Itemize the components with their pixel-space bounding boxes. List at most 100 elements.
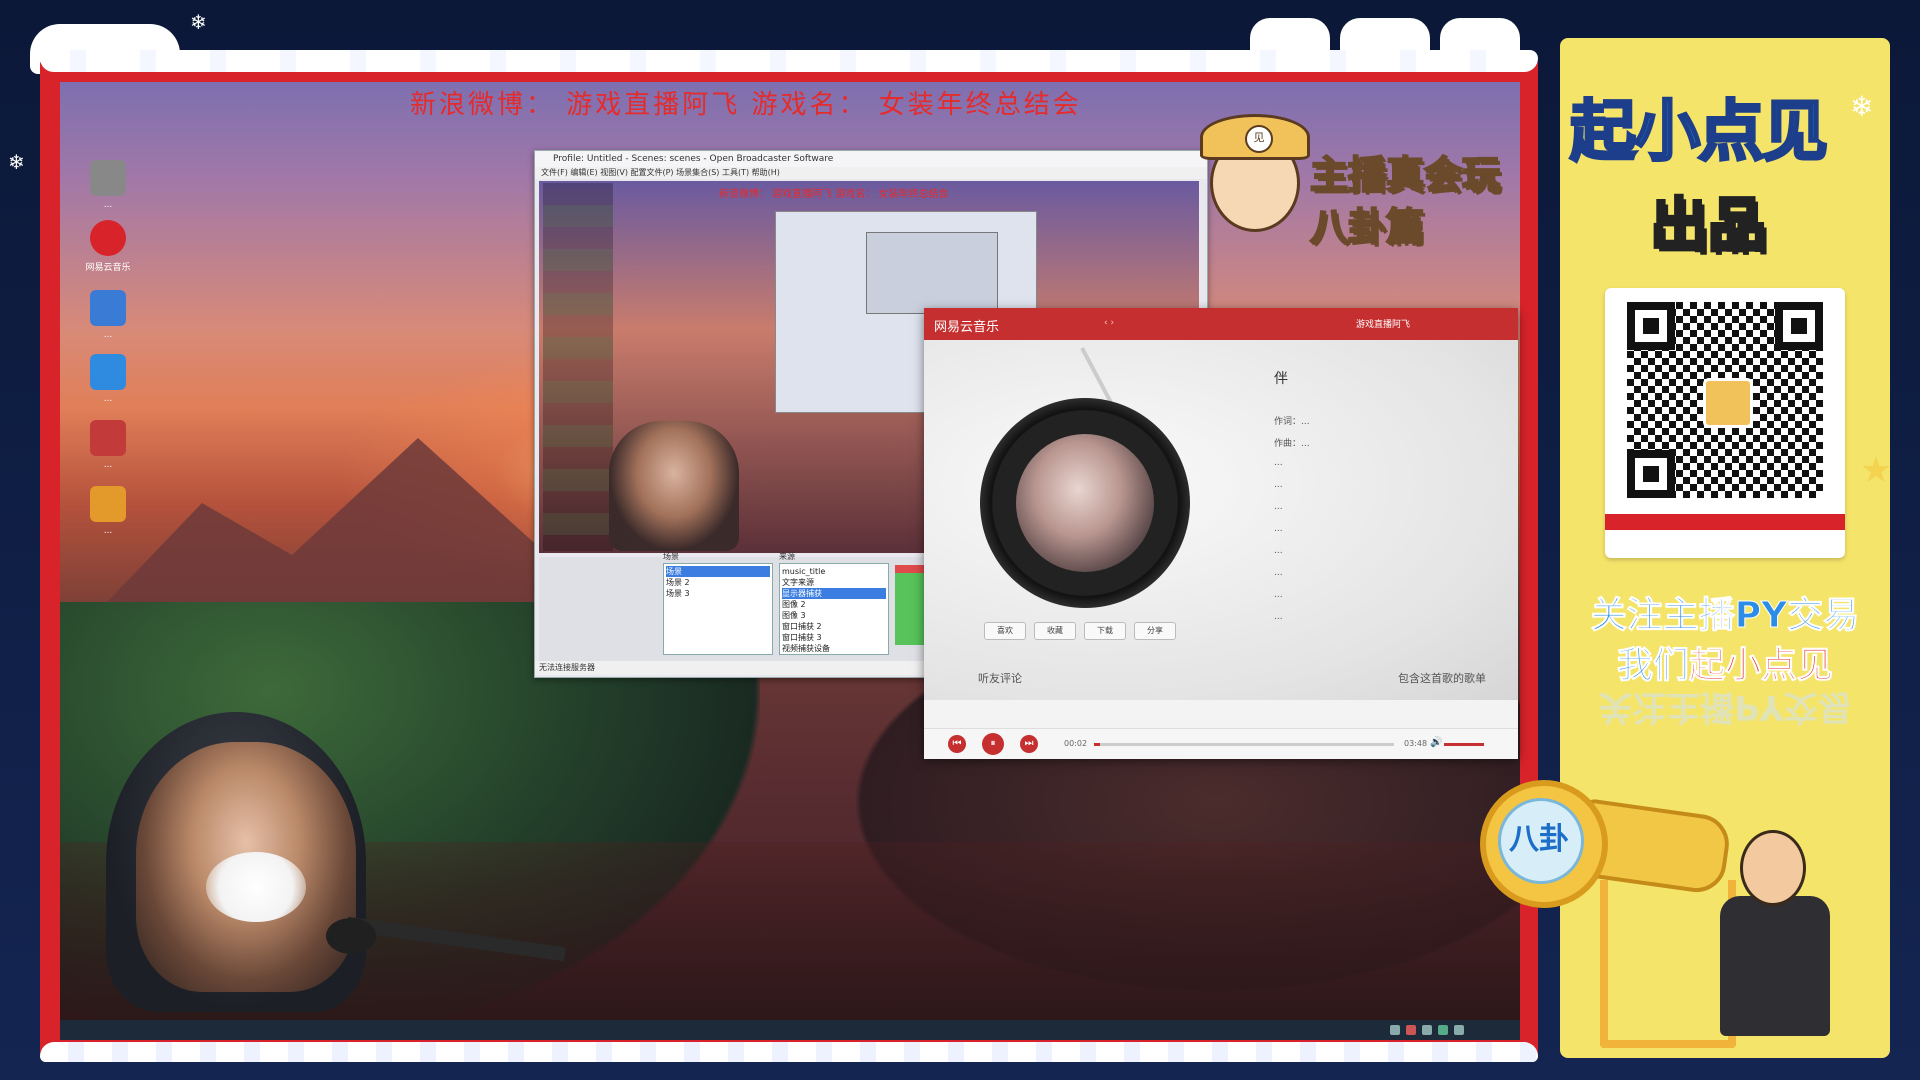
source-item[interactable]: 显示器捕获 [782,588,886,599]
brand-title: 起小点见 [1569,92,1830,172]
snowflake-icon: ❄ [190,10,207,34]
source-item[interactable]: 视频捕获设备 [782,643,886,654]
collect-button[interactable]: 收藏 [1034,622,1076,640]
music-user-name[interactable]: 游戏直播阿飞 [1356,317,1476,330]
lyric-line: ... [1274,458,1283,468]
follow-text-2: 我们起小点见 [1570,636,1880,688]
like-button[interactable]: 喜欢 [984,622,1026,640]
desktop-icon[interactable]: ... [80,486,136,550]
desktop-icon-label: 网易云音乐 [85,263,131,273]
source-item[interactable]: 文字来源 [782,577,886,588]
qr-logo [1703,378,1753,428]
brand-produced: 出品 [1649,190,1768,261]
desktop-icon[interactable]: ... [80,290,136,354]
follow-text-2a: 我们 [1616,645,1689,687]
feather-fan [206,852,306,922]
obs-preview-webcam [609,421,739,551]
sticker-title: 主播真会玩 [1309,152,1501,198]
app-icon [90,160,126,196]
qr-ribbon [1605,514,1845,530]
netease-music-icon [90,220,126,256]
telescope-label: 八卦 [1509,822,1569,857]
obs-title-bar[interactable]: Profile: Untitled - Scenes: scenes - Ope… [535,151,1207,167]
lyric-line: ... [1274,502,1283,512]
previous-button[interactable]: ⏮ [948,735,966,753]
source-item[interactable]: 图像 3 [782,610,886,621]
streamer-webcam [96,712,596,1042]
snowflake-icon: ❄ [1850,90,1874,123]
source-item[interactable]: 窗口捕获 3 [782,632,886,643]
man-head [1740,830,1806,906]
player-controls: ⏮ ⏸ ⏭ 00:02 03:48 🔊 [924,728,1518,759]
desktop-icon[interactable]: ... [80,160,136,224]
source-item[interactable]: 窗口捕获 2 [782,621,886,632]
obs-preview-desktop-icons [543,183,613,551]
mic-arm [346,916,566,962]
follow-text-reflection: 关注主播PY交易 [1598,687,1852,727]
music-title-bar[interactable]: 网易云音乐 ‹ › 游戏直播阿飞 [924,308,1518,340]
qr-finder [1627,450,1675,498]
tray-icon[interactable] [1454,1025,1464,1035]
desktop-icon-label: ... [103,394,113,404]
tray-icon[interactable] [1406,1025,1416,1035]
qr-code[interactable] [1627,302,1823,498]
bird-icon [90,354,126,390]
snow-edge-top [40,50,1538,72]
lyric-line: ... [1274,546,1283,556]
obs-menu-bar[interactable]: 文件(F) 编辑(E) 视图(V) 配置文件(P) 场景集合(S) 工具(T) … [535,167,1207,179]
time-total: 03:48 [1404,739,1428,748]
mascot-sticker: 见 [1200,108,1310,236]
progress-fill [1094,743,1100,746]
tray-icon[interactable] [1390,1025,1400,1035]
music-player-window[interactable]: 网易云音乐 ‹ › 游戏直播阿飞 伴 作词：... 作曲：... ... ...… [924,308,1518,759]
desktop-icon-label: ... [103,460,113,470]
desktop-icon-label: ... [103,330,113,340]
app-icon [90,486,126,522]
mascot-cap: 见 [1200,114,1310,160]
lyric-line: 作曲：... [1274,439,1310,449]
share-button[interactable]: 分享 [1134,622,1176,640]
obs-nested-window-inner [866,232,998,314]
app-icon [90,290,126,326]
source-item[interactable]: music_title [782,566,886,577]
album-art [1016,434,1154,572]
scenes-header: 场景 [663,552,679,561]
next-button[interactable]: ⏭ [1020,735,1038,753]
music-nav[interactable]: ‹ › [1104,318,1304,328]
man-body [1720,896,1830,1036]
desktop-icon[interactable]: ... [80,354,136,418]
cartoon-man [1700,830,1850,1050]
follow-text-1: 关注主播PY交易 [1590,595,1860,637]
follow-text-2b: 起小点见 [1688,645,1834,687]
scenes-list[interactable]: 场景 场景 2 场景 3 [663,563,773,655]
volume-icon[interactable]: 🔊 [1430,737,1442,748]
qr-card [1605,288,1845,558]
song-title: 伴 [1274,371,1288,387]
tray-icon[interactable] [1422,1025,1432,1035]
source-item[interactable]: 图像 2 [782,599,886,610]
related-playlists-label: 包含这首歌的歌单 [1398,672,1486,685]
qr-finder [1627,302,1675,350]
lyric-line: ... [1274,480,1283,490]
pause-button[interactable]: ⏸ [982,733,1004,755]
vinyl-disc [980,398,1190,608]
lyric-line: ... [1274,612,1283,622]
sources-header: 来源 [779,552,795,561]
sticker-subtitle: 八卦篇 [1309,204,1425,250]
desktop-icon[interactable]: ... [80,420,136,484]
volume-slider[interactable] [1444,743,1484,746]
scene-item[interactable]: 场景 [666,566,770,577]
lyric-line: 作词：... [1274,417,1310,427]
scene-item[interactable]: 场景 2 [666,577,770,588]
download-button[interactable]: 下载 [1084,622,1126,640]
stream-banner-text: 新浪微博： 游戏直播阿飞 游戏名： 女装年终总结会 [410,90,1082,120]
sources-list[interactable]: music_title 文字来源 显示器捕获 图像 2 图像 3 窗口捕获 2 … [779,563,889,655]
desktop-icon-netease-music[interactable]: 网易云音乐 [80,220,136,284]
cap-badge: 见 [1245,125,1273,153]
scene-item[interactable]: 场景 3 [666,588,770,599]
tray-icon[interactable] [1438,1025,1448,1035]
lyric-line: ... [1274,568,1283,578]
lyric-line: ... [1274,524,1283,534]
progress-bar[interactable] [1094,743,1394,746]
music-app-logo: 网易云音乐 [934,320,1000,335]
